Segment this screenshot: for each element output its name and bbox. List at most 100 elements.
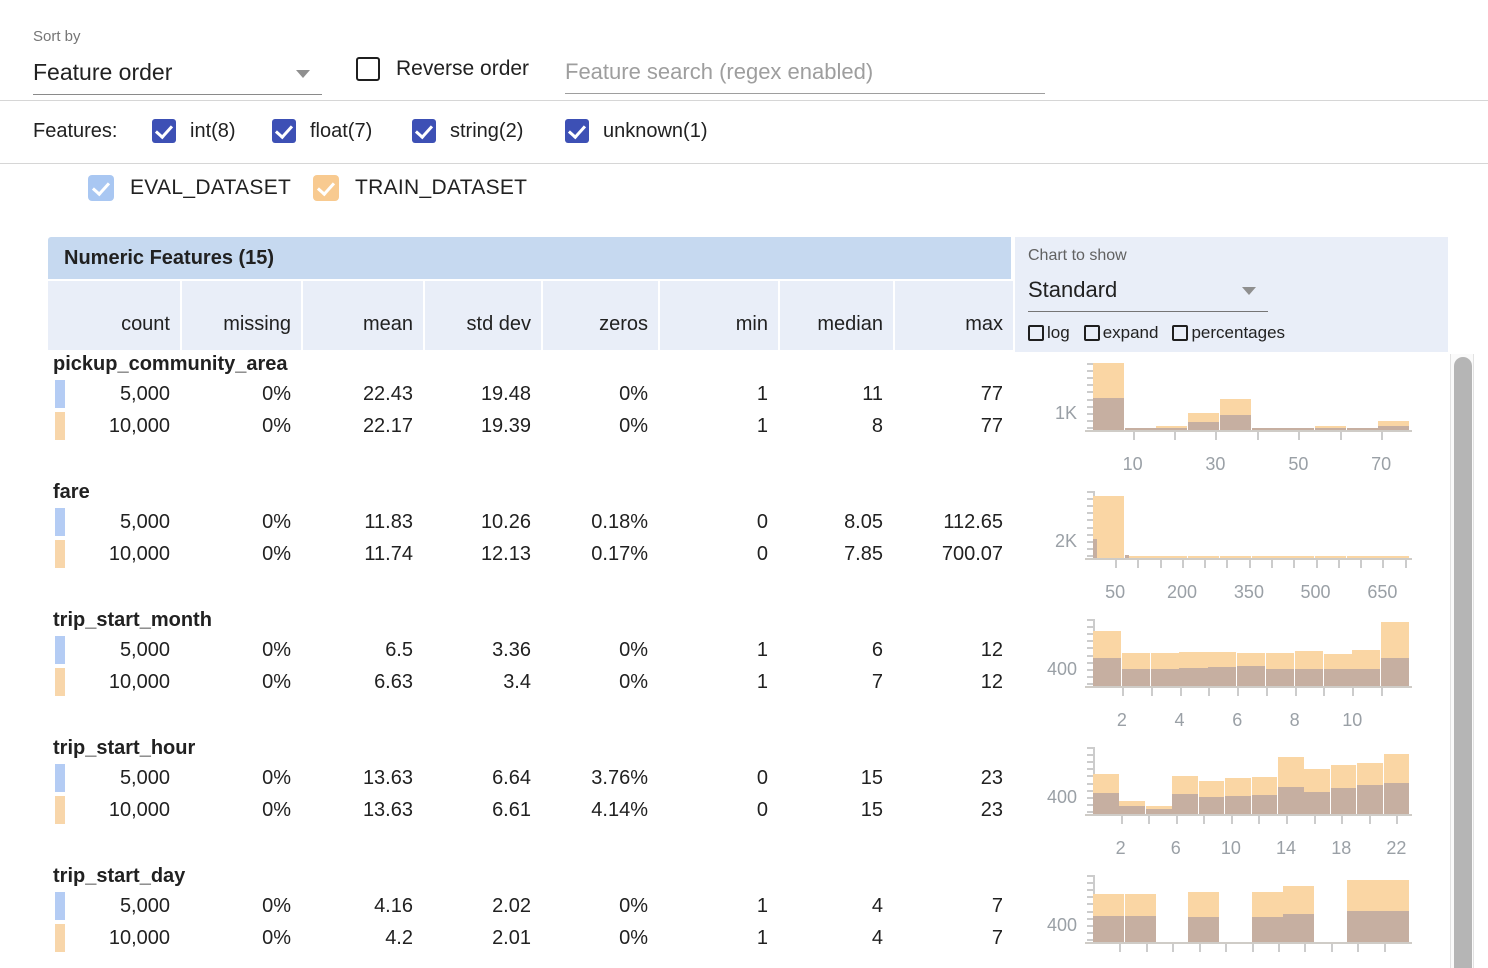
stat-value: 10,000 <box>48 538 180 570</box>
eval-histogram-bar <box>1122 669 1150 686</box>
feature-row: trip_start_day5,0000%4.162.020%14710,000… <box>48 864 1013 968</box>
column-header-missing: missing <box>182 281 301 350</box>
eval-histogram-bar <box>1304 792 1330 814</box>
y-axis-tick <box>1087 882 1093 884</box>
x-axis-tick <box>1266 688 1268 696</box>
train-stats-row: 10,0000%4.22.010%147 <box>48 922 1013 954</box>
x-axis <box>1085 814 1412 816</box>
x-axis-tick <box>1121 816 1123 824</box>
train-stats-row: 10,0000%13.636.614.14%01523 <box>48 794 1013 826</box>
feature-filter-checkbox[interactable] <box>152 119 176 143</box>
y-axis-label: 400 <box>1031 787 1077 808</box>
train-stats-row: 10,0000%11.7412.130.17%07.85700.07 <box>48 538 1013 570</box>
stat-value: 23 <box>895 762 1013 794</box>
dataset-checkbox[interactable] <box>313 175 339 201</box>
feature-filter-label: unknown(1) <box>603 120 708 143</box>
x-axis-tick <box>1225 944 1227 952</box>
dataset-label: TRAIN_DATASET <box>355 176 527 200</box>
train-dataset-swatch <box>55 412 65 440</box>
y-axis-tick <box>1087 619 1093 621</box>
x-tick-label: 10 <box>1327 710 1377 731</box>
x-tick-label: 50 <box>1090 582 1140 603</box>
stat-cells: 10,0000%22.1719.390%1877 <box>48 410 1013 442</box>
chart-option-checkbox[interactable] <box>1028 325 1044 341</box>
stat-value: 0% <box>543 666 658 698</box>
chart-option-percentages: percentages <box>1172 323 1285 343</box>
chart-option-checkbox[interactable] <box>1172 325 1188 341</box>
stat-value: 5,000 <box>48 890 180 922</box>
x-tick-label: 14 <box>1261 838 1311 859</box>
stat-value: 1 <box>660 410 778 442</box>
feature-filter-checkbox[interactable] <box>412 119 436 143</box>
stat-value: 77 <box>895 378 1013 410</box>
x-axis-tick <box>1295 688 1297 696</box>
stat-value: 0.18% <box>543 506 658 538</box>
eval-histogram-bar <box>1295 669 1323 686</box>
x-tick-label: 200 <box>1157 582 1207 603</box>
stat-value: 10,000 <box>48 794 180 826</box>
y-axis-tick <box>1087 626 1093 628</box>
stat-value: 1 <box>660 634 778 666</box>
stat-value: 6 <box>780 634 893 666</box>
chart-option-checkbox[interactable] <box>1084 325 1100 341</box>
feature-filter-label: float(7) <box>310 120 372 143</box>
train-stats-row: 10,0000%22.1719.390%1877 <box>48 410 1013 442</box>
feature-filter-label: string(2) <box>450 120 523 143</box>
eval-histogram-bar <box>1225 796 1251 814</box>
eval-histogram-bar <box>1093 539 1097 558</box>
x-tick-label: 350 <box>1224 582 1274 603</box>
dataset-legend-eval_dataset: EVAL_DATASET <box>88 175 291 201</box>
reverse-order-checkbox[interactable] <box>356 57 380 81</box>
train-dataset-swatch <box>55 924 65 952</box>
stat-value: 5,000 <box>48 378 180 410</box>
feature-search-input[interactable] <box>565 50 1045 94</box>
stat-cells: 10,0000%13.636.614.14%01523 <box>48 794 1013 826</box>
eval-histogram-bar <box>1381 658 1409 686</box>
x-axis-tick <box>1340 432 1342 440</box>
feature-filter-checkbox[interactable] <box>272 119 296 143</box>
x-axis-tick <box>1182 560 1184 568</box>
eval-histogram-bar <box>1357 785 1383 814</box>
x-axis-tick <box>1396 816 1398 824</box>
stat-value: 1 <box>660 666 778 698</box>
column-header-median: median <box>780 281 893 350</box>
x-axis-tick <box>1180 688 1182 696</box>
feature-filters-label: Features: <box>33 120 117 143</box>
eval-histogram-bar <box>1179 668 1207 686</box>
train-dataset-swatch <box>55 540 65 568</box>
x-axis <box>1085 942 1412 944</box>
feature-filter-checkbox[interactable] <box>565 119 589 143</box>
stat-value: 0% <box>182 922 301 954</box>
x-axis-tick <box>1204 560 1206 568</box>
dataset-checkbox[interactable] <box>88 175 114 201</box>
x-axis-tick <box>1151 688 1153 696</box>
x-axis-tick <box>1352 688 1354 696</box>
feature-name: trip_start_month <box>53 609 212 632</box>
eval-histogram-bar <box>1208 667 1236 686</box>
eval-histogram-bar <box>1199 797 1225 814</box>
divider <box>0 163 1488 164</box>
x-axis-tick <box>1298 432 1300 440</box>
chart-to-show-select[interactable]: Standard <box>1028 271 1268 312</box>
sort-by-select[interactable]: Feature order <box>33 52 322 95</box>
x-axis-tick <box>1252 944 1254 952</box>
stat-value: 0% <box>543 378 658 410</box>
train-dataset-swatch <box>55 668 65 696</box>
x-axis-tick <box>1293 560 1295 568</box>
vertical-scrollbar-track[interactable] <box>1450 354 1474 968</box>
train-dataset-swatch <box>55 796 65 824</box>
eval-histogram-bar <box>1378 911 1409 942</box>
stat-value: 1 <box>660 922 778 954</box>
x-axis-tick <box>1174 432 1176 440</box>
stat-value: 10,000 <box>48 666 180 698</box>
vertical-scrollbar-thumb[interactable] <box>1454 357 1472 968</box>
eval-histogram-bar <box>1151 669 1179 686</box>
stat-value: 0% <box>543 410 658 442</box>
eval-histogram-bar <box>1220 415 1251 430</box>
x-axis-tick <box>1176 816 1178 824</box>
eval-histogram-bar <box>1237 666 1265 686</box>
x-tick-label: 6 <box>1151 838 1201 859</box>
x-axis-tick <box>1258 816 1260 824</box>
stat-value: 0% <box>182 794 301 826</box>
column-header-zeros: zeros <box>543 281 658 350</box>
